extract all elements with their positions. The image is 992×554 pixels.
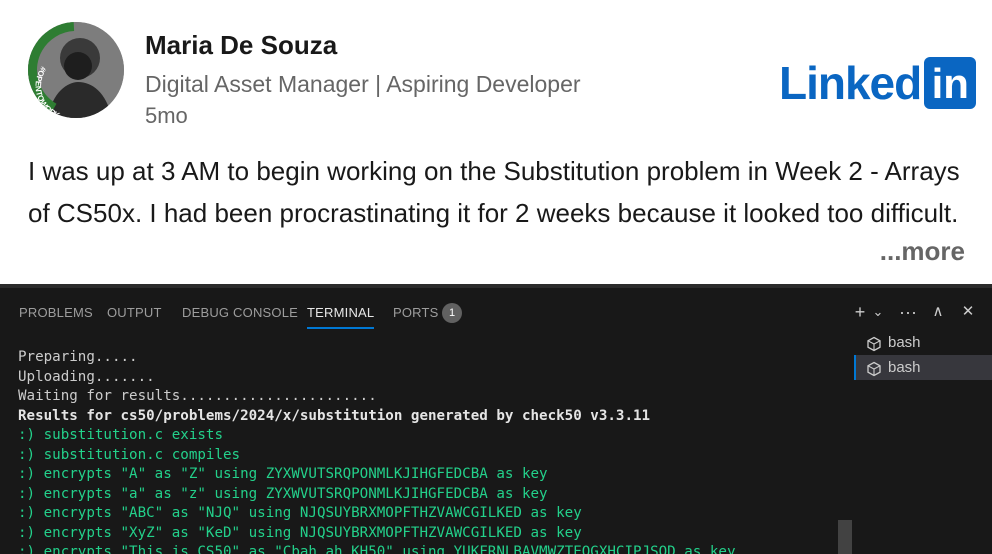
terminal-shell-list: bash bash — [854, 330, 992, 380]
new-terminal-icon[interactable]: + — [850, 300, 870, 324]
author-headline: Digital Asset Manager | Aspiring Develop… — [145, 71, 581, 97]
avatar-image: #OPENTOWORK — [28, 22, 124, 118]
terminal-output[interactable]: Preparing..... Uploading....... Waiting fo… — [18, 348, 848, 554]
terminal-line: :) substitution.c compiles — [18, 446, 241, 463]
tab-problems[interactable]: PROBLEMS — [19, 305, 93, 320]
linkedin-logo-box: in — [924, 57, 977, 109]
avatar[interactable]: #OPENTOWORK — [28, 22, 124, 118]
tab-output[interactable]: OUTPUT — [107, 305, 162, 320]
terminal-line: :) encrypts "XyZ" as "KeD" using NJQSUYB… — [18, 524, 582, 541]
maximize-panel-icon[interactable]: ∧ — [928, 300, 948, 324]
linkedin-post: #OPENTOWORK Maria De Souza Digital Asset… — [0, 0, 992, 284]
terminal-line: Waiting for results.....................… — [18, 388, 377, 404]
terminal-shell-icon — [866, 335, 882, 352]
more-actions-icon[interactable]: ··· — [898, 300, 918, 324]
terminal-scrollbar[interactable] — [838, 520, 852, 554]
post-body-text: I was up at 3 AM to begin working on the… — [28, 156, 960, 228]
author-name[interactable]: Maria De Souza — [145, 30, 337, 61]
see-more-link[interactable]: ...more — [880, 236, 965, 267]
terminal-line: :) encrypts "ABC" as "NJQ" using NJQSUYB… — [18, 505, 582, 521]
terminal-line: :) encrypts "A" as "Z" using ZYXWVUTSRQP… — [18, 466, 548, 482]
terminal-shell-label: bash — [888, 359, 921, 376]
tab-terminal[interactable]: TERMINAL — [307, 305, 375, 329]
terminal-line: :) encrypts "This is CS50" as "Cbah ah K… — [18, 544, 736, 554]
chevron-down-icon[interactable]: ⌄ — [868, 300, 888, 324]
tab-ports[interactable]: PORTS — [393, 305, 439, 320]
linkedin-logo: Linked in — [779, 57, 977, 109]
terminal-shell-icon — [866, 360, 882, 377]
post-age: 5mo — [145, 103, 188, 128]
terminal-line: :) encrypts "a" as "z" using ZYXWVUTSRQP… — [18, 485, 548, 502]
terminal-shell-item[interactable]: bash — [854, 355, 992, 380]
terminal-line: Preparing..... — [18, 349, 138, 365]
panel-tab-bar: PROBLEMS OUTPUT DEBUG CONSOLE TERMINAL P… — [0, 288, 992, 334]
panel-actions: + ⌄ ··· ∧ ✕ — [850, 300, 978, 324]
tab-debug-console[interactable]: DEBUG CONSOLE — [182, 305, 298, 320]
terminal-line: Uploading....... — [18, 368, 155, 385]
terminal-panel: PROBLEMS OUTPUT DEBUG CONSOLE TERMINAL P… — [0, 284, 992, 554]
terminal-shell-item[interactable]: bash — [854, 330, 992, 355]
terminal-shell-label: bash — [888, 334, 921, 351]
close-panel-icon[interactable]: ✕ — [958, 300, 978, 324]
linkedin-logo-word: Linked — [779, 57, 922, 109]
terminal-line: :) substitution.c exists — [18, 427, 223, 443]
terminal-line: Results for cs50/problems/2024/x/substit… — [18, 407, 651, 424]
ports-count-badge: 1 — [442, 303, 462, 323]
